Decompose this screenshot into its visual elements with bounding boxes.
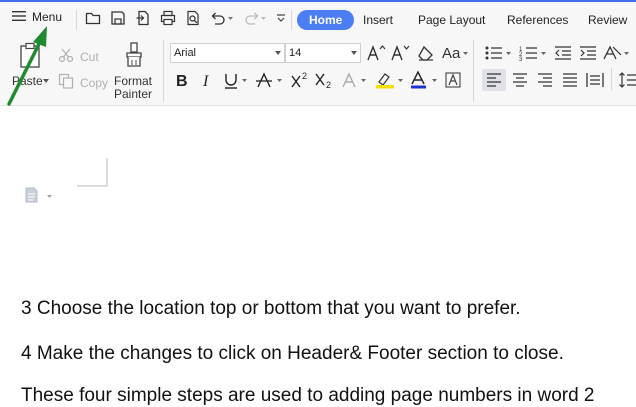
tab-page-layout[interactable]: Page Layout — [408, 10, 495, 30]
font-size-select[interactable]: 14 — [285, 43, 361, 63]
line-spacing-icon[interactable] — [618, 70, 636, 90]
font-name-value: Arial — [174, 47, 197, 59]
clear-formatting-icon[interactable] — [416, 43, 436, 63]
divider — [76, 10, 77, 30]
ribbon-toolbar: Menu Home Insert Page Layout References … — [0, 2, 636, 106]
superscript-icon[interactable]: 2 — [290, 70, 312, 90]
font-size-value: 14 — [289, 47, 302, 59]
highlight-color-icon[interactable] — [374, 70, 406, 90]
document-canvas[interactable]: 3 Choose the location top or bottom that… — [0, 107, 636, 406]
increase-indent-icon[interactable] — [578, 43, 598, 63]
cut-button[interactable]: Cut — [58, 47, 99, 66]
paintbrush-icon — [123, 42, 145, 73]
chevron-down-icon — [275, 51, 281, 55]
svg-text:2: 2 — [326, 80, 331, 89]
copy-icon — [58, 73, 74, 92]
font-color-icon[interactable] — [408, 70, 440, 90]
undo-icon[interactable] — [209, 10, 233, 26]
tab-review[interactable]: Review — [578, 10, 636, 30]
character-border-icon[interactable] — [443, 70, 463, 90]
tab-home[interactable]: Home — [297, 10, 355, 30]
align-left-icon[interactable] — [482, 69, 506, 91]
format-painter-label-2: Painter — [114, 87, 153, 101]
tab-insert[interactable]: Insert — [353, 10, 403, 30]
strikethrough-icon[interactable] — [255, 70, 285, 90]
text-effects-icon[interactable] — [340, 70, 370, 90]
svg-text:B: B — [176, 73, 188, 88]
export-pdf-icon[interactable] — [135, 10, 151, 26]
numbering-icon[interactable]: 123 — [519, 43, 549, 63]
copy-button[interactable]: Copy — [58, 73, 108, 92]
increase-font-size-icon[interactable] — [366, 43, 386, 63]
format-painter-button[interactable]: Format Painter — [110, 42, 158, 101]
divider — [611, 68, 612, 90]
svg-text:3: 3 — [519, 57, 523, 62]
decrease-font-size-icon[interactable] — [390, 43, 410, 63]
font-name-select[interactable]: Arial — [170, 43, 285, 63]
redo-icon[interactable] — [244, 10, 268, 26]
underline-icon[interactable] — [222, 70, 250, 90]
chinese-layout-icon[interactable] — [602, 43, 632, 63]
open-folder-icon[interactable] — [85, 10, 101, 26]
svg-text:2: 2 — [302, 71, 307, 81]
chevron-down-icon — [351, 51, 357, 55]
divider — [291, 10, 292, 30]
save-icon[interactable] — [110, 10, 126, 26]
svg-text:Aa: Aa — [442, 45, 461, 62]
tab-references[interactable]: References — [497, 10, 578, 30]
cut-label: Cut — [80, 49, 99, 64]
document-paragraph: These four simple steps are used to addi… — [21, 385, 595, 406]
annotation-arrow-icon — [7, 26, 47, 106]
print-preview-icon[interactable] — [185, 10, 201, 26]
document-paragraph: 4 Make the changes to click on Header& F… — [21, 343, 564, 364]
document-paragraph: 3 Choose the location top or bottom that… — [21, 298, 521, 319]
customize-quick-access-icon[interactable] — [273, 10, 289, 26]
document-options-icon[interactable] — [24, 187, 56, 208]
bullets-icon[interactable] — [484, 43, 514, 63]
copy-label: Copy — [80, 75, 109, 90]
page-corner-marker — [77, 158, 108, 187]
distributed-align-icon[interactable] — [585, 70, 605, 90]
subscript-icon[interactable]: 2 — [314, 70, 336, 90]
bold-icon[interactable]: B — [173, 70, 191, 90]
divider — [163, 40, 164, 102]
change-case-icon[interactable]: Aa — [441, 43, 469, 63]
justify-icon[interactable] — [560, 70, 580, 90]
decrease-indent-icon[interactable] — [553, 43, 573, 63]
divider — [473, 40, 474, 102]
scissors-icon — [58, 47, 74, 66]
svg-text:I: I — [202, 73, 209, 88]
print-icon[interactable] — [160, 10, 176, 26]
italic-icon[interactable]: I — [198, 70, 216, 90]
align-center-icon[interactable] — [510, 70, 530, 90]
align-right-icon[interactable] — [535, 70, 555, 90]
